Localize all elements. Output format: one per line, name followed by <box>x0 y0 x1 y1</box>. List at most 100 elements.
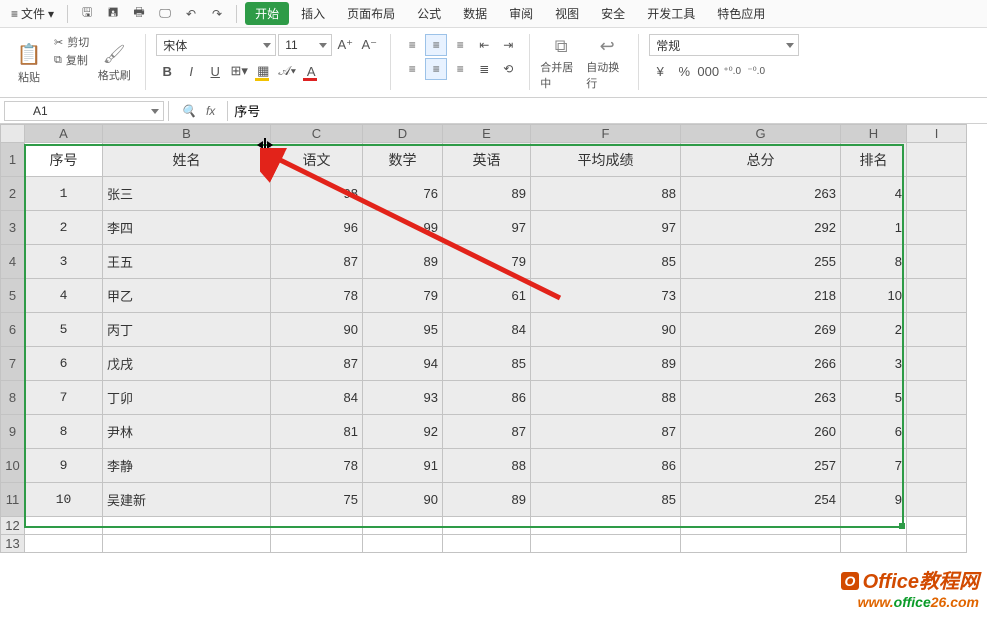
cell[interactable]: 8 <box>841 245 907 279</box>
column-header-E[interactable]: E <box>443 125 531 143</box>
cell[interactable]: 4 <box>25 279 103 313</box>
cell[interactable] <box>681 535 841 553</box>
paste-button[interactable]: 📋 粘贴 <box>8 34 50 92</box>
cell[interactable]: 尹林 <box>103 415 271 449</box>
cell[interactable]: 266 <box>681 347 841 381</box>
column-header-I[interactable]: I <box>907 125 967 143</box>
cell[interactable] <box>907 177 967 211</box>
cell[interactable]: 97 <box>531 211 681 245</box>
cell[interactable]: 88 <box>443 449 531 483</box>
cell[interactable]: 88 <box>531 177 681 211</box>
header-cell[interactable]: 英语 <box>443 143 531 177</box>
cell[interactable] <box>271 535 363 553</box>
border-button[interactable]: ⊞▾ <box>228 60 250 82</box>
column-header-D[interactable]: D <box>363 125 443 143</box>
cell[interactable]: 96 <box>271 211 363 245</box>
italic-button[interactable]: I <box>180 60 202 82</box>
cell[interactable]: 3 <box>841 347 907 381</box>
align-left-icon[interactable]: ≡ <box>401 58 423 80</box>
cell[interactable]: 95 <box>363 313 443 347</box>
cell[interactable]: 260 <box>681 415 841 449</box>
cell[interactable] <box>841 517 907 535</box>
header-cell[interactable]: 数学 <box>363 143 443 177</box>
cell[interactable]: 86 <box>531 449 681 483</box>
cell[interactable]: 91 <box>363 449 443 483</box>
cell[interactable]: 5 <box>25 313 103 347</box>
format-painter-button[interactable]: 🖌 格式刷 <box>93 34 135 92</box>
align-middle-icon[interactable]: ≡ <box>425 34 447 56</box>
cell[interactable] <box>363 535 443 553</box>
cell[interactable]: 85 <box>531 483 681 517</box>
cell[interactable]: 84 <box>443 313 531 347</box>
cell[interactable] <box>907 517 967 535</box>
font-size-select[interactable]: 11 <box>278 34 332 56</box>
column-header-B[interactable]: B <box>103 125 271 143</box>
cell[interactable]: 255 <box>681 245 841 279</box>
fill-color-button[interactable]: ▦ <box>252 60 274 82</box>
cell[interactable]: 8 <box>25 415 103 449</box>
cell[interactable]: 89 <box>363 245 443 279</box>
show-formula-icon[interactable]: 🔍 <box>181 104 196 118</box>
row-header-9[interactable]: 9 <box>1 415 25 449</box>
cell[interactable]: 89 <box>531 347 681 381</box>
cell[interactable]: 78 <box>271 449 363 483</box>
cell[interactable]: 92 <box>363 415 443 449</box>
undo-icon[interactable]: ↶ <box>180 3 202 25</box>
formula-input[interactable] <box>228 101 987 121</box>
ribbon-tab-3[interactable]: 公式 <box>407 2 451 25</box>
row-header-13[interactable]: 13 <box>1 535 25 553</box>
print-preview-icon[interactable]: 🖵 <box>154 3 176 25</box>
cell[interactable]: 4 <box>841 177 907 211</box>
cell[interactable]: 263 <box>681 177 841 211</box>
cell[interactable]: 73 <box>531 279 681 313</box>
cell[interactable]: 84 <box>271 381 363 415</box>
merge-center-button[interactable]: ⧉ 合并居中 <box>540 34 582 92</box>
row-header-7[interactable]: 7 <box>1 347 25 381</box>
cell[interactable] <box>271 517 363 535</box>
row-header-11[interactable]: 11 <box>1 483 25 517</box>
cell[interactable]: 10 <box>25 483 103 517</box>
cell[interactable]: 丙丁 <box>103 313 271 347</box>
cell[interactable]: 甲乙 <box>103 279 271 313</box>
align-center-icon[interactable]: ≡ <box>425 58 447 80</box>
row-header-1[interactable]: 1 <box>1 143 25 177</box>
cell[interactable]: 戊戌 <box>103 347 271 381</box>
cell[interactable] <box>907 381 967 415</box>
cell[interactable]: 98 <box>271 177 363 211</box>
copy-button[interactable]: ⧉复制 <box>54 52 89 68</box>
cell[interactable]: 张三 <box>103 177 271 211</box>
header-cell[interactable]: 姓名 <box>103 143 271 177</box>
cell[interactable]: 93 <box>363 381 443 415</box>
cell[interactable]: 1 <box>841 211 907 245</box>
cell[interactable] <box>363 517 443 535</box>
cell[interactable]: 292 <box>681 211 841 245</box>
cell[interactable] <box>907 313 967 347</box>
header-cell[interactable]: 序号 <box>25 143 103 177</box>
row-header-3[interactable]: 3 <box>1 211 25 245</box>
cell[interactable]: 254 <box>681 483 841 517</box>
row-header-2[interactable]: 2 <box>1 177 25 211</box>
justify-icon[interactable]: ≣ <box>473 58 495 80</box>
cell[interactable] <box>25 517 103 535</box>
font-effects-button[interactable]: 𝒜▾ <box>276 60 298 82</box>
align-right-icon[interactable]: ≡ <box>449 58 471 80</box>
decrease-font-icon[interactable]: A⁻ <box>358 34 380 56</box>
cell[interactable]: 9 <box>841 483 907 517</box>
cell[interactable] <box>907 449 967 483</box>
bold-button[interactable]: B <box>156 60 178 82</box>
spreadsheet-grid[interactable]: ABCDEFGHI1序号姓名语文数学英语平均成绩总分排名21张三98768988… <box>0 124 967 553</box>
ribbon-tab-4[interactable]: 数据 <box>453 2 497 25</box>
cell[interactable]: 263 <box>681 381 841 415</box>
ribbon-tab-7[interactable]: 安全 <box>591 2 635 25</box>
cell[interactable]: 88 <box>531 381 681 415</box>
cell[interactable]: 王五 <box>103 245 271 279</box>
cell[interactable]: 87 <box>271 245 363 279</box>
cell[interactable]: 269 <box>681 313 841 347</box>
name-box[interactable]: A1 <box>4 101 164 121</box>
ribbon-tab-9[interactable]: 特色应用 <box>707 2 775 25</box>
column-header-G[interactable]: G <box>681 125 841 143</box>
column-header-A[interactable]: A <box>25 125 103 143</box>
cell[interactable] <box>841 535 907 553</box>
cell[interactable]: 89 <box>443 483 531 517</box>
cell[interactable]: 87 <box>443 415 531 449</box>
